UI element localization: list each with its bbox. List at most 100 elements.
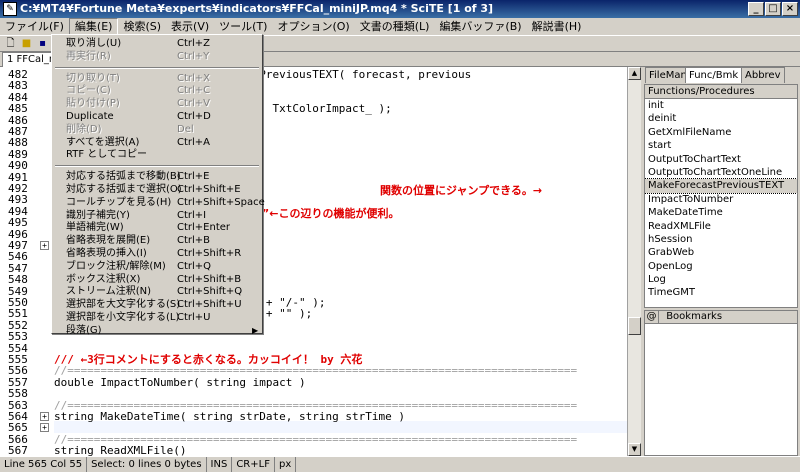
title-bar: ✎ C:¥MT4¥Fortune Meta¥experts¥indicators… — [0, 0, 800, 18]
tab-func-bmk[interactable]: Func/Bmk — [685, 67, 743, 83]
edit-menu-item-label: 選択部を小文字化する(L) — [66, 312, 180, 323]
edit-menu-item-label: 対応する括弧まで選択(O) — [66, 184, 182, 195]
scroll-down-icon[interactable]: ▼ — [628, 443, 641, 456]
edit-menu-item-label: RTF としてコピー — [66, 149, 147, 161]
function-list-item[interactable]: ReadXMLFile — [645, 220, 797, 233]
edit-menu-item-label: 切り取り(T) — [66, 72, 120, 84]
menu-3[interactable]: 表示(V) — [166, 18, 214, 35]
edit-menu-item-shortcut: Ctrl+A — [177, 136, 211, 148]
edit-menu-item: 削除(D) Del — [66, 123, 262, 136]
edit-menu-item[interactable]: 単語補完(W) Ctrl+Enter — [66, 221, 262, 234]
edit-menu-item[interactable]: 選択部を小文字化する(L) Ctrl+U — [66, 311, 262, 324]
function-list-item[interactable]: start — [645, 139, 797, 152]
function-list[interactable]: Functions/Procedures init deinit GetXmlFil… — [644, 84, 798, 308]
function-list-item[interactable]: MakeForecastPreviousTEXT — [645, 178, 797, 194]
edit-menu-item[interactable]: すべてを選択(A) Ctrl+A — [66, 136, 262, 149]
edit-menu-item-label: 取り消し(U) — [66, 38, 122, 49]
fold-toggle-icon[interactable]: + — [40, 412, 49, 421]
edit-menu-item-label: すべてを選択(A) — [66, 136, 140, 148]
code-line: string MakeDateTime( string strDate, str… — [54, 410, 405, 423]
function-list-item[interactable]: OutputToChartText — [645, 153, 797, 166]
edit-menu-item-shortcut: Ctrl+U — [177, 312, 211, 323]
edit-menu-item-shortcut: Ctrl+V — [177, 98, 211, 110]
edit-menu-item-label: 削除(D) — [66, 123, 102, 135]
function-list-item[interactable]: GrabWeb — [645, 246, 797, 259]
edit-menu-item-label: コールチップを見る(H) — [66, 196, 172, 208]
new-file-icon[interactable]: 🗋 — [4, 38, 17, 50]
function-list-item[interactable]: ImpactToNumber — [645, 193, 797, 206]
maximize-button[interactable]: □ — [765, 2, 781, 16]
save-icon[interactable]: ▪ — [36, 38, 49, 50]
edit-menu-item[interactable]: 識別子補完(Y) Ctrl+I — [66, 209, 262, 222]
submenu-arrow-icon: ▶ — [252, 325, 259, 335]
edit-menu-item[interactable]: コールチップを見る(H) Ctrl+Shift+Space — [66, 196, 265, 209]
function-list-item[interactable]: deinit — [645, 112, 797, 125]
function-list-item[interactable]: GetXmlFileName — [645, 126, 797, 139]
edit-menu-item[interactable]: Duplicate Ctrl+D — [66, 110, 262, 123]
status-bar: Line 565 Col 55 Select: 0 lines 0 bytes IN… — [0, 456, 800, 472]
bookmark-title: Bookmarks — [666, 311, 723, 322]
fold-toggle-icon[interactable]: + — [40, 423, 49, 433]
edit-menu-item-shortcut: Ctrl+Shift+Space — [177, 196, 265, 208]
menu-4[interactable]: ツール(T) — [214, 18, 272, 35]
edit-menu-item[interactable]: 選択部を大文字化する(S) Ctrl+Shift+U — [66, 298, 262, 311]
edit-menu-item[interactable]: 対応する括弧まで選択(O) Ctrl+Shift+E — [66, 183, 262, 196]
app-icon: ✎ — [3, 2, 17, 16]
menu-2[interactable]: 検索(S) — [118, 18, 166, 35]
function-list-item[interactable]: init — [645, 99, 797, 112]
edit-menu-item-shortcut: Ctrl+Shift+U — [177, 299, 242, 311]
menu-8[interactable]: 解説書(H) — [527, 18, 587, 35]
edit-menu-item-label: 段落(G) — [66, 324, 102, 336]
menu-0[interactable]: ファイル(F) — [0, 18, 69, 35]
function-list-item[interactable]: OpenLog — [645, 260, 797, 273]
edit-menu-item[interactable]: 段落(G) ▶ — [66, 324, 262, 337]
current-line-highlight — [54, 421, 627, 434]
bookmark-at-label: @ — [645, 311, 659, 323]
edit-menu-item[interactable]: ボックス注釈(X) Ctrl+Shift+B — [66, 273, 262, 286]
menu-separator — [55, 66, 259, 69]
scroll-up-icon[interactable]: ▲ — [628, 67, 641, 80]
edit-menu-item-label: 対応する括弧まで移動(B) — [66, 171, 181, 183]
edit-menu-item-label: 識別子補完(Y) — [66, 209, 130, 221]
fold-toggle-icon[interactable]: + — [40, 241, 49, 250]
menu-6[interactable]: 文書の種類(L) — [355, 18, 435, 35]
edit-menu-item[interactable]: 省略表現の挿入(I) Ctrl+Shift+R — [66, 247, 262, 260]
edit-menu-item-label: コピー(C) — [66, 85, 111, 97]
function-list-item[interactable]: MakeDateTime — [645, 206, 797, 219]
menu-5[interactable]: オプション(O) — [272, 18, 354, 35]
function-list-item[interactable]: TimeGMT — [645, 286, 797, 299]
function-list-header: Functions/Procedures — [645, 85, 797, 99]
edit-menu-item: 切り取り(T) Ctrl+X — [66, 72, 262, 85]
close-button[interactable]: × — [782, 2, 798, 16]
edit-menu-item-label: 単語補完(W) — [66, 222, 124, 234]
function-list-item[interactable]: hSession — [645, 233, 797, 246]
function-list-item[interactable]: OutputToChartTextOneLine — [645, 166, 797, 179]
bookmark-panel[interactable]: @ Bookmarks — [644, 310, 798, 456]
edit-menu-item[interactable]: ブロック注釈/解除(M) Ctrl+Q — [66, 260, 262, 273]
bookmark-header: @ Bookmarks — [645, 311, 797, 324]
edit-menu-item-shortcut: Ctrl+Shift+Q — [177, 286, 243, 298]
status-segment-1: Select: 0 lines 0 bytes — [87, 457, 207, 472]
function-list-item[interactable]: Log — [645, 273, 797, 286]
edit-menu-item[interactable]: 省略表現を展開(E) Ctrl+B — [66, 234, 262, 247]
minimize-button[interactable]: _ — [748, 2, 764, 16]
edit-menu-item[interactable]: ストリーム注釈(N) Ctrl+Shift+Q — [66, 285, 262, 298]
edit-menu-item-shortcut: Ctrl+Z — [177, 38, 211, 49]
tab-abbrev[interactable]: Abbrev — [741, 67, 785, 83]
edit-menu-item[interactable]: 取り消し(U) Ctrl+Z — [66, 37, 262, 50]
edit-menu-item-shortcut: Ctrl+I — [177, 209, 207, 221]
edit-menu-item-label: 再実行(R) — [66, 50, 111, 62]
edit-menu-item-shortcut: Ctrl+C — [177, 85, 211, 97]
editor-vertical-scrollbar[interactable]: ▲ ▼ — [627, 67, 641, 456]
tab-fileman[interactable]: FileMan — [645, 67, 691, 83]
open-folder-icon[interactable]: ■ — [20, 38, 33, 50]
menu-1[interactable]: 編集(E) — [68, 18, 119, 35]
edit-menu-item[interactable]: 対応する括弧まで移動(B) Ctrl+E — [66, 170, 262, 183]
edit-menu-item-shortcut: Ctrl+Shift+R — [177, 248, 242, 259]
edit-menu-item[interactable]: RTF としてコピー — [66, 148, 262, 161]
edit-menu-item-shortcut: Ctrl+Enter — [177, 222, 231, 234]
scroll-thumb[interactable] — [628, 317, 641, 335]
edit-menu-item-label: 省略表現を展開(E) — [66, 235, 151, 247]
line-number: 567 — [8, 444, 28, 456]
menu-7[interactable]: 編集バッファ(B) — [434, 18, 526, 35]
